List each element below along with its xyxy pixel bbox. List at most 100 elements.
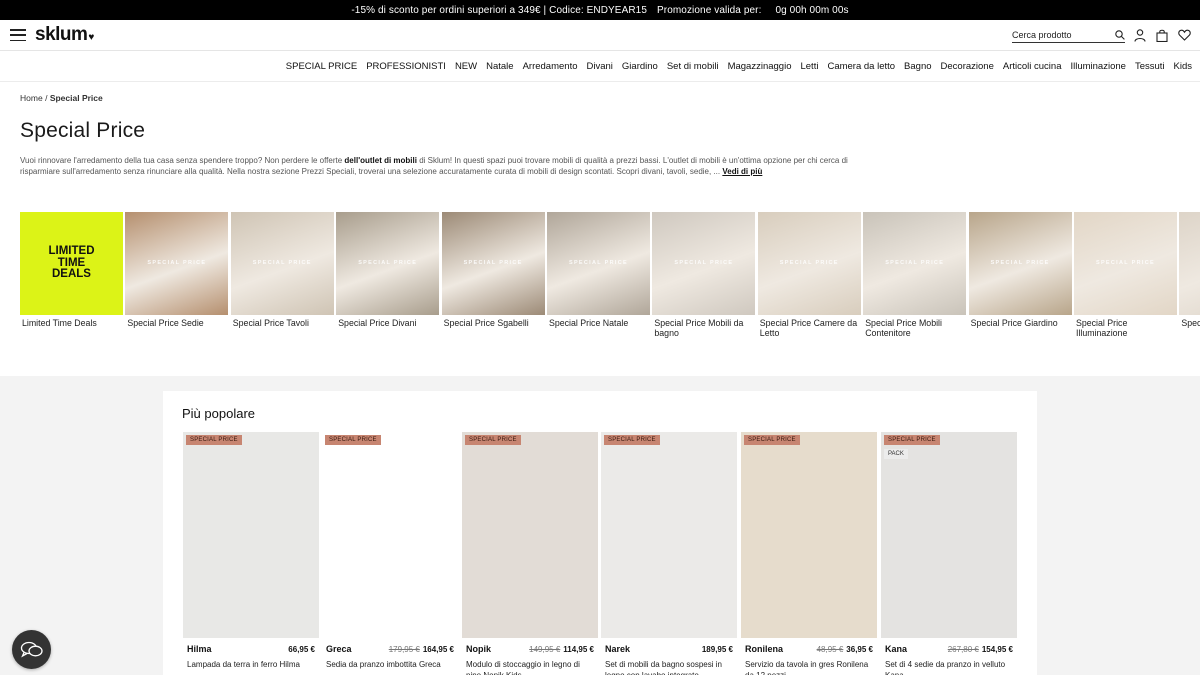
category-image: SPECIAL PRICE bbox=[968, 212, 1072, 315]
category-label: Special Price Mobili da bagno bbox=[654, 318, 744, 338]
nav-item-tessuti[interactable]: Tessuti bbox=[1135, 61, 1165, 72]
nav-item-illuminazione[interactable]: Illuminazione bbox=[1070, 61, 1125, 72]
special-price-badge: SPECIAL PRICE bbox=[884, 435, 940, 445]
category-tile[interactable]: SPECIAL PRICE Special Price Divani bbox=[336, 212, 440, 328]
nav-item-divani[interactable]: Divani bbox=[587, 61, 613, 72]
category-tile[interactable]: SPECIAL PRICE Special Price Tavoli bbox=[230, 212, 334, 328]
category-tile[interactable]: SPECIAL PRICE Special Price Mobili da bag… bbox=[652, 212, 756, 338]
nav-item-letti[interactable]: Letti bbox=[800, 61, 818, 72]
nav-item-arredamento[interactable]: Arredamento bbox=[523, 61, 578, 72]
product-price: 267,80 €154,95 € bbox=[948, 645, 1013, 654]
category-tile[interactable]: SPECIAL PRICE Special Price Natale bbox=[547, 212, 650, 328]
product-price: 149,95 €114,95 € bbox=[529, 645, 594, 654]
product-name: Nopik bbox=[466, 644, 492, 654]
product-price: 66,95 € bbox=[288, 645, 315, 654]
promo-text: -15% di sconto per ordini superiori a 34… bbox=[351, 4, 647, 16]
bag-icon[interactable] bbox=[1155, 28, 1169, 42]
category-tile[interactable]: SPECIAL PRICE Special Price Mobili Conten… bbox=[863, 212, 967, 338]
nav-item-decorazione[interactable]: Decorazione bbox=[941, 61, 994, 72]
product-old-price: 48,95 € bbox=[816, 645, 844, 654]
search-input[interactable] bbox=[1012, 29, 1107, 40]
nav-item-kids[interactable]: Kids bbox=[1174, 61, 1192, 72]
category-image: SPECIAL PRICE bbox=[230, 212, 334, 315]
product-card[interactable]: SPECIAL PRICE Ronilena 48,95 €36,95 € Servi… bbox=[741, 432, 877, 675]
category-carousel: LIMITED TIME DEALS Limited Time Deals SPEC… bbox=[20, 212, 1200, 342]
category-tag: SPECIAL PRICE bbox=[463, 260, 523, 266]
category-image: SPECIAL PRICE bbox=[652, 212, 756, 315]
site-header: sklum ♥ bbox=[0, 20, 1200, 51]
nav-item-professionisti[interactable]: PROFESSIONISTI bbox=[366, 61, 446, 72]
product-image: SPECIAL PRICE bbox=[183, 432, 319, 638]
category-tag: SPECIAL PRICE bbox=[1096, 260, 1155, 266]
menu-icon[interactable] bbox=[10, 29, 26, 41]
category-label: Special Price Mobili Contenitore bbox=[865, 318, 942, 338]
nav-item-natale[interactable]: Natale bbox=[486, 61, 513, 72]
category-tag: SPECIAL PRICE bbox=[674, 260, 734, 266]
category-tag: SPECIAL PRICE bbox=[885, 260, 945, 266]
nav-item-magazzinaggio[interactable]: Magazzinaggio bbox=[728, 61, 792, 72]
logo-text: sklum bbox=[35, 24, 88, 45]
nav-item-camera-da-letto[interactable]: Camera da letto bbox=[827, 61, 895, 72]
product-description: Modulo di stoccaggio in legno di pino No… bbox=[466, 660, 580, 675]
category-label: Limited Time Deals bbox=[22, 318, 97, 328]
product-card[interactable]: SPECIAL PRICE Narek 189,95 € Set di mobili … bbox=[601, 432, 737, 675]
category-tag: SPECIAL PRICE bbox=[990, 260, 1050, 266]
product-card[interactable]: SPECIAL PRICE PACK Kana 267,80 €154,95 € Set… bbox=[881, 432, 1017, 675]
category-image: SPECIAL PRICE bbox=[336, 212, 440, 315]
heart-logo-icon: ♥ bbox=[88, 31, 94, 43]
breadcrumb: Home / Special Price bbox=[20, 93, 103, 103]
category-tile[interactable]: SPECIAL PRICE Special Price Sedie bbox=[125, 212, 229, 328]
category-label: Special Price Giardino bbox=[970, 318, 1058, 328]
category-image: SPECIAL PRICE bbox=[1179, 212, 1200, 315]
category-tile[interactable]: LIMITED TIME DEALS Limited Time Deals bbox=[20, 212, 123, 328]
logo[interactable]: sklum ♥ bbox=[35, 24, 94, 46]
nav-item-giardino[interactable]: Giardino bbox=[622, 61, 658, 72]
nav-item-bagno[interactable]: Bagno bbox=[904, 61, 931, 72]
search-box bbox=[1012, 27, 1125, 43]
category-tile[interactable]: SPECIAL PRICE Special Price Illuminazione bbox=[1074, 212, 1177, 338]
see-more-link[interactable]: Vedi di più bbox=[722, 167, 762, 176]
category-tag: SPECIAL PRICE bbox=[779, 260, 839, 266]
category-tile[interactable]: SPECIAL PRICE Special Price Giardino bbox=[968, 212, 1072, 328]
heart-icon[interactable] bbox=[1177, 28, 1191, 42]
desc-part-1: Vuoi rinnovare l'arredamento della tua c… bbox=[20, 156, 345, 165]
product-header: Narek 189,95 € bbox=[601, 644, 737, 654]
promo-bar: -15% di sconto per ordini superiori a 34… bbox=[0, 0, 1200, 20]
category-tag: SPECIAL PRICE bbox=[358, 260, 418, 266]
desc-bold-link[interactable]: dell'outlet di mobili bbox=[344, 156, 417, 165]
category-label: Special Price Sgabelli bbox=[443, 318, 529, 328]
nav-item-set-di-mobili[interactable]: Set di mobili bbox=[667, 61, 719, 72]
category-label: Special Price Illuminazione bbox=[1076, 318, 1128, 338]
category-image: SPECIAL PRICE bbox=[863, 212, 967, 315]
nav-item-articoli-cucina[interactable]: Articoli cucina bbox=[1003, 61, 1062, 72]
chat-button[interactable] bbox=[12, 630, 51, 669]
product-description: Set di mobili da bagno sospesi in legno … bbox=[605, 660, 722, 675]
product-description: Sedia da pranzo imbottita Greca bbox=[326, 660, 441, 669]
product-card[interactable]: SPECIAL PRICE Nopik 149,95 €114,95 € Modulo… bbox=[462, 432, 598, 675]
product-current-price: 154,95 € bbox=[981, 645, 1013, 654]
product-card[interactable]: SPECIAL PRICE Greca 179,95 €164,95 € Sedia … bbox=[322, 432, 458, 670]
special-price-badge: SPECIAL PRICE bbox=[744, 435, 800, 445]
product-image: SPECIAL PRICE PACK bbox=[881, 432, 1017, 638]
category-tile[interactable]: SPECIAL PRICE Special Price Accessori bbox=[1179, 212, 1200, 328]
product-name: Hilma bbox=[187, 644, 212, 654]
special-price-badge: SPECIAL PRICE bbox=[604, 435, 660, 445]
category-tile[interactable]: SPECIAL PRICE Special Price Camere da Let… bbox=[757, 212, 861, 338]
category-image: SPECIAL PRICE bbox=[757, 212, 861, 315]
nav-item-new[interactable]: NEW bbox=[455, 61, 477, 72]
category-tile[interactable]: SPECIAL PRICE Special Price Sgabelli bbox=[441, 212, 545, 328]
search-icon[interactable] bbox=[1115, 29, 1125, 40]
breadcrumb-home[interactable]: Home bbox=[20, 93, 43, 103]
nav-item-special-price[interactable]: SPECIAL PRICE bbox=[286, 61, 357, 72]
product-name: Kana bbox=[885, 644, 908, 654]
product-card[interactable]: SPECIAL PRICE Hilma 66,95 € Lampada da terr… bbox=[183, 432, 319, 670]
page-description: Vuoi rinnovare l'arredamento della tua c… bbox=[20, 155, 882, 177]
product-old-price: 179,95 € bbox=[388, 645, 420, 654]
user-icon[interactable] bbox=[1133, 28, 1147, 42]
product-header: Hilma 66,95 € bbox=[183, 644, 319, 654]
page-title: Special Price bbox=[20, 119, 146, 142]
category-image: SPECIAL PRICE bbox=[125, 212, 229, 315]
category-image: LIMITED TIME DEALS bbox=[20, 212, 123, 315]
product-current-price: 189,95 € bbox=[701, 645, 733, 654]
category-tag: SPECIAL PRICE bbox=[1179, 260, 1200, 266]
